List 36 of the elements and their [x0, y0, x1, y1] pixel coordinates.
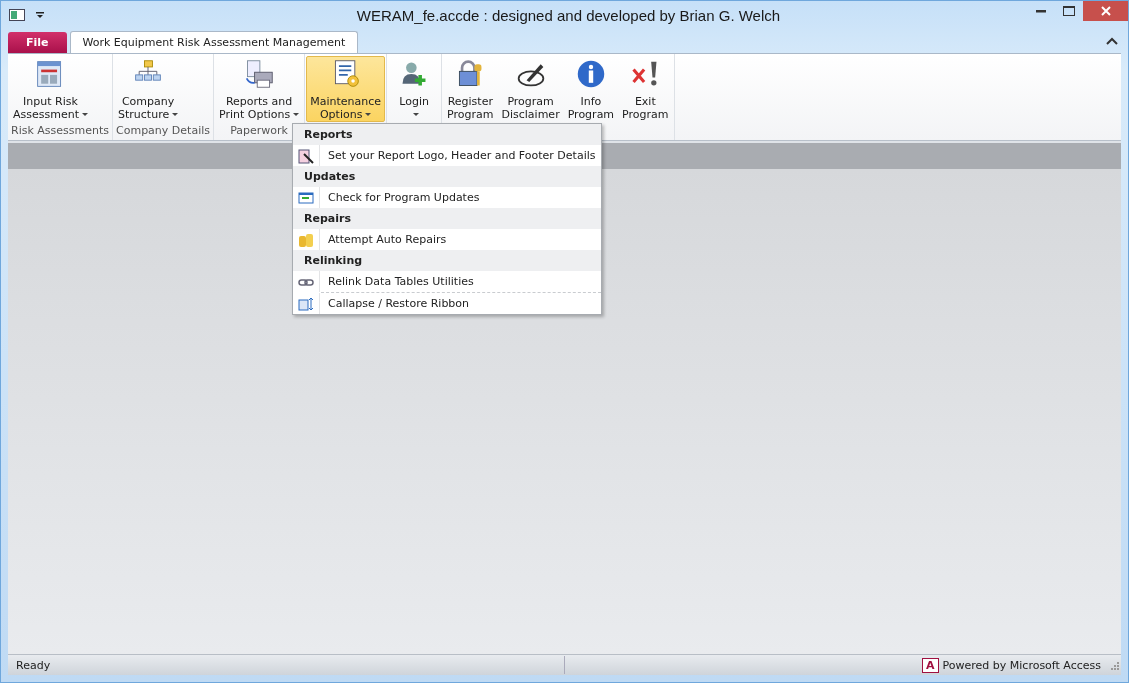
status-text: Ready [15, 658, 52, 672]
menu-heading: Updates [293, 166, 601, 187]
ribbon-button[interactable]: Maintenance Options [306, 56, 386, 122]
menu-item[interactable]: Relink Data Tables Utilities [293, 271, 601, 292]
ribbon-button[interactable]: Login [388, 56, 441, 122]
ribbon-button[interactable]: Company Structure [114, 56, 183, 122]
file-tab[interactable]: File [8, 32, 67, 53]
ribbon-button[interactable]: Register Program [443, 56, 498, 122]
ribbon-button[interactable]: Program Disclaimer [497, 56, 564, 122]
close-button[interactable] [1083, 1, 1128, 21]
resize-grip-icon[interactable] [1109, 660, 1119, 670]
group-label: Company Details [115, 124, 211, 139]
status-text: Powered by Microsoft Access [942, 658, 1101, 672]
ribbon-button[interactable]: Reports and Print Options [215, 56, 304, 122]
maximize-icon [1063, 6, 1075, 16]
access-logo: A [922, 657, 939, 673]
customize-toolbar-icon[interactable] [35, 10, 45, 20]
group-label: Risk Assessments [10, 124, 110, 139]
ribbon-tab[interactable]: Work Equipment Risk Assessment Management [69, 31, 359, 53]
menu-heading: Repairs [293, 208, 601, 229]
menu-item[interactable]: Callapse / Restore Ribbon [293, 293, 601, 314]
cylinders-icon [298, 231, 314, 248]
menu-heading: Reports [293, 124, 601, 145]
minimize-icon [1036, 9, 1046, 13]
ribbon-button[interactable]: Exit Program [618, 56, 673, 122]
window-icon [298, 189, 314, 206]
menu-heading: Relinking [293, 250, 601, 271]
ribbon-button[interactable]: Input Risk Assessment [9, 56, 92, 122]
ribbon-button[interactable]: Info Program [563, 56, 619, 122]
group-label: Paperwork [229, 124, 289, 139]
resize-icon [298, 295, 314, 312]
close-icon [1100, 6, 1111, 16]
picture-wand-icon [298, 147, 314, 164]
collapse-ribbon-icon[interactable] [1106, 37, 1118, 45]
app-icon[interactable] [9, 9, 25, 21]
window-title: WERAM_fe.accde : designed and developed by Brian G. Welch [355, 6, 782, 24]
